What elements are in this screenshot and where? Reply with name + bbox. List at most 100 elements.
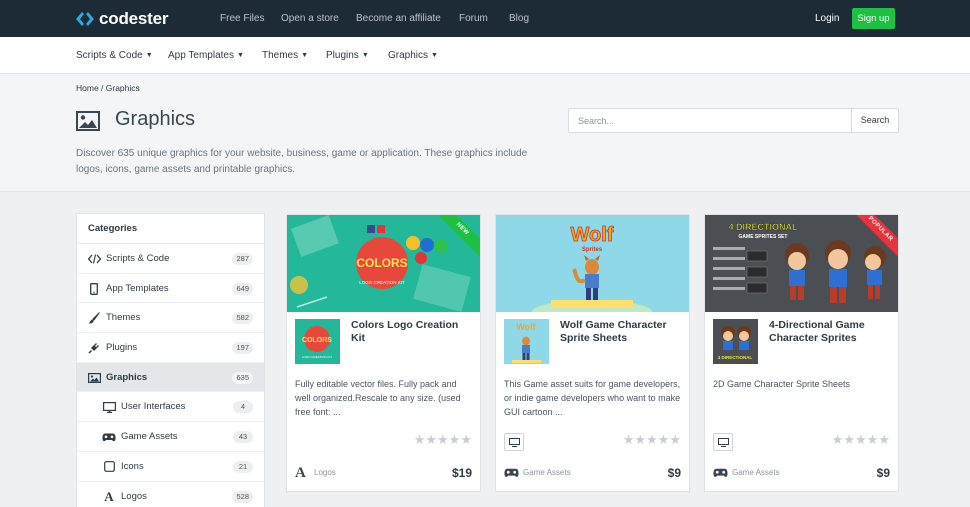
search-form: Search (568, 108, 899, 133)
product-description: 2D Game Character Sprite Sheets (713, 379, 851, 389)
category-menubar: Scripts & Code ▼ App Templates ▼ Themes ▼ P… (0, 37, 970, 74)
menu-scripts-code[interactable]: Scripts & Code ▼ (76, 37, 153, 74)
product-category[interactable]: Game Assets (732, 468, 780, 477)
categories-sidebar: Categories Scripts & Code 287 App Templa… (76, 213, 265, 507)
nav-open-store[interactable]: Open a store (281, 0, 339, 37)
sidebar-item-app-templates[interactable]: App Templates 649 (77, 274, 264, 304)
nav-blog[interactable]: Blog (509, 0, 529, 37)
signup-button[interactable]: Sign up (852, 8, 895, 29)
gamepad-icon (102, 430, 116, 444)
sidebar-item-graphics[interactable]: Graphics 635 (77, 362, 264, 393)
search-input[interactable] (569, 109, 852, 132)
banner-word: COLORS (356, 256, 407, 270)
product-thumbnail[interactable]: COLORS LOGO CREATION KIT (295, 319, 340, 364)
count-badge: 43 (233, 431, 253, 444)
sidebar-item-label: Themes (106, 312, 141, 324)
caret-down-icon: ▼ (301, 52, 309, 59)
image-icon (76, 111, 100, 131)
login-link[interactable]: Login (815, 0, 839, 37)
wolf-banner-artwork: Wolf Sprites (496, 215, 689, 312)
product-banner-image[interactable]: COLORS LOGO CREATION KIT NEW (287, 215, 480, 312)
monitor-icon (508, 437, 520, 447)
product-card[interactable]: Wolf Sprites Wolf Wolf Game Character Sp… (495, 214, 690, 492)
rating-stars: ★★★★★ (831, 432, 890, 447)
product-thumbnail[interactable]: 4 DIRECTIONAL (713, 319, 758, 364)
product-banner-image[interactable]: 4 DIRECTIONAL GAME SPRITES SET POPULAR (705, 215, 898, 312)
product-title[interactable]: Colors Logo Creation Kit (351, 319, 475, 345)
sidebar-item-scripts-code[interactable]: Scripts & Code 287 (77, 244, 264, 274)
sidebar-subitem-logos[interactable]: A Logos 528 (77, 482, 264, 507)
menu-graphics[interactable]: Graphics ▼ (388, 37, 438, 74)
product-price: $9 (667, 466, 681, 480)
sidebar-item-themes[interactable]: Themes 582 (77, 303, 264, 334)
page-description: Discover 635 unique graphics for your we… (76, 148, 528, 175)
monitor-icon (102, 400, 116, 414)
font-icon: A (104, 488, 114, 504)
nav-affiliate[interactable]: Become an affiliate (356, 0, 441, 37)
menu-app-templates[interactable]: App Templates ▼ (168, 37, 244, 74)
image-icon (87, 371, 101, 385)
page-header: Home / Graphics Graphics Discover 635 un… (0, 74, 970, 192)
page-title: Graphics (115, 108, 196, 130)
brush-icon (87, 311, 101, 325)
plug-icon (87, 341, 101, 355)
top-navbar: codester Free Files Open a store Become … (0, 0, 970, 37)
sidebar-title: Categories (77, 214, 264, 244)
brand-logo[interactable]: codester (76, 8, 168, 30)
count-badge: 4 (233, 401, 253, 414)
gamepad-icon (504, 466, 519, 480)
rating-stars: ★★★★★ (413, 432, 472, 447)
code-icon (87, 252, 101, 266)
breadcrumb[interactable]: Home / Graphics (76, 83, 140, 93)
sidebar-item-label: Scripts & Code (106, 253, 170, 264)
product-description: This Game asset suits for game developer… (504, 379, 681, 417)
caret-down-icon: ▼ (361, 52, 369, 59)
banner-subtitle: LOGO CREATION KIT (359, 280, 405, 285)
card-footer: Game Assets $9 (705, 459, 898, 491)
product-card[interactable]: 4 DIRECTIONAL GAME SPRITES SET POPULAR 4… (704, 214, 899, 492)
product-card[interactable]: COLORS LOGO CREATION KIT NEW COLORS LOGO… (286, 214, 481, 492)
search-button[interactable]: Search (851, 109, 898, 132)
square-icon (102, 460, 116, 474)
product-category[interactable]: Logos (314, 468, 336, 477)
nav-forum[interactable]: Forum (459, 0, 488, 37)
live-preview-button[interactable] (713, 433, 733, 451)
codester-logo-icon (76, 12, 94, 26)
sidebar-item-label: Game Assets (121, 431, 178, 443)
banner-word: Wolf (571, 224, 614, 246)
menu-plugins[interactable]: Plugins ▼ (326, 37, 369, 74)
product-title[interactable]: 4-Directional Game Character Sprites (769, 319, 893, 345)
rating-stars: ★★★★★ (622, 432, 681, 447)
product-banner-image[interactable]: Wolf Sprites (496, 215, 689, 312)
count-badge: 582 (232, 312, 253, 325)
product-category[interactable]: Game Assets (523, 468, 571, 477)
product-title[interactable]: Wolf Game Character Sprite Sheets (560, 319, 684, 345)
banner-word: 4 DIRECTIONAL (728, 222, 798, 232)
product-price: $9 (876, 466, 890, 480)
sidebar-subitem-user-interfaces[interactable]: User Interfaces 4 (77, 392, 264, 423)
mobile-icon (87, 282, 101, 296)
sidebar-item-plugins[interactable]: Plugins 197 (77, 333, 264, 363)
count-badge: 635 (232, 371, 253, 384)
gamepad-icon (713, 466, 728, 480)
count-badge: 287 (232, 253, 253, 265)
sidebar-item-label: Plugins (106, 342, 138, 354)
sidebar-item-label: Icons (121, 460, 144, 472)
caret-down-icon: ▼ (145, 52, 153, 59)
banner-subtitle: Sprites (582, 247, 603, 253)
card-footer: A Logos $19 (287, 459, 480, 491)
sidebar-item-label: User Interfaces (121, 401, 186, 413)
thumbnail-word: Wolf (516, 322, 536, 332)
nav-free-files[interactable]: Free Files (220, 0, 264, 37)
sidebar-subitem-game-assets[interactable]: Game Assets 43 (77, 422, 264, 452)
live-preview-button[interactable] (504, 433, 524, 451)
sidebar-subitem-icons[interactable]: Icons 21 (77, 452, 264, 482)
product-thumbnail[interactable]: Wolf (504, 319, 549, 364)
colors-banner-artwork: COLORS LOGO CREATION KIT (287, 215, 480, 312)
caret-down-icon: ▼ (236, 52, 244, 59)
font-icon: A (295, 464, 306, 481)
count-badge: 649 (232, 282, 253, 295)
count-badge: 197 (232, 342, 253, 355)
thumbnail-subtitle: LOGO CREATION KIT (302, 355, 332, 359)
menu-themes[interactable]: Themes ▼ (262, 37, 308, 74)
